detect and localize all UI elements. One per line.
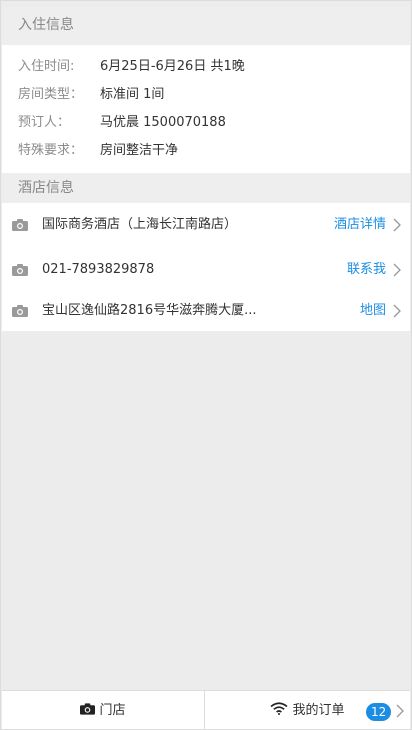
checkin-time-value: 6月25日-6月26日 共1晚: [100, 59, 245, 74]
chevron-right-icon: [393, 263, 401, 277]
hotel-phone-text: 021-7893829878: [42, 262, 155, 277]
booker-value: 马优晨 1500070188: [100, 115, 226, 130]
hotel-details-link[interactable]: 酒店详情: [334, 205, 386, 245]
booker-label: 预订人：: [18, 115, 71, 130]
hotel-phone-row[interactable]: 021-7893829878 联系我: [2, 250, 410, 290]
contact-me-link[interactable]: 联系我: [347, 250, 386, 290]
camera-icon: [12, 219, 28, 231]
camera-icon: [12, 264, 28, 276]
hotel-address-text: 宝山区逸仙路2816号华滋奔腾大厦...: [42, 303, 257, 318]
hotel-info-list: 国际商务酒店（上海长江南路店） 酒店详情 021-7893829878 联系我: [2, 203, 410, 331]
page-frame: 入住信息 入住时间: 6月25日-6月26日 共1晚 房间类型： 标准间 1间 …: [0, 0, 412, 730]
chevron-right-icon: [396, 704, 404, 718]
tab-my-orders-label: 我的订单: [292, 703, 345, 718]
tab-store-label: 门店: [99, 703, 126, 718]
bottom-tab-bar: 门店 我的订单 12: [2, 690, 410, 729]
room-type-value: 标准间 1间: [100, 87, 165, 102]
chevron-right-icon: [393, 218, 401, 232]
hotel-name-row[interactable]: 国际商务酒店（上海长江南路店） 酒店详情: [2, 205, 410, 245]
checkin-info-block: 入住时间: 6月25日-6月26日 共1晚 房间类型： 标准间 1间 预订人： …: [2, 45, 410, 173]
hotel-name-text: 国际商务酒店（上海长江南路店）: [42, 217, 238, 232]
chevron-right-icon: [393, 304, 401, 318]
orders-count-badge: 12: [366, 703, 392, 721]
tab-store[interactable]: 门店: [2, 691, 205, 729]
hotel-address-row[interactable]: 宝山区逸仙路2816号华滋奔腾大厦... 地图: [2, 291, 410, 331]
hotel-section-title: 酒店信息: [2, 173, 410, 203]
camera-icon: [12, 305, 28, 317]
room-type-label: 房间类型：: [18, 87, 84, 102]
wifi-icon: [270, 702, 288, 715]
checkin-section-title: 入住信息: [2, 7, 410, 45]
camera-icon: [80, 702, 96, 715]
checkin-time-label: 入住时间:: [18, 59, 75, 74]
special-request-label: 特殊要求：: [18, 143, 84, 158]
map-link[interactable]: 地图: [360, 291, 386, 331]
special-request-value: 房间整洁干净: [100, 143, 179, 158]
